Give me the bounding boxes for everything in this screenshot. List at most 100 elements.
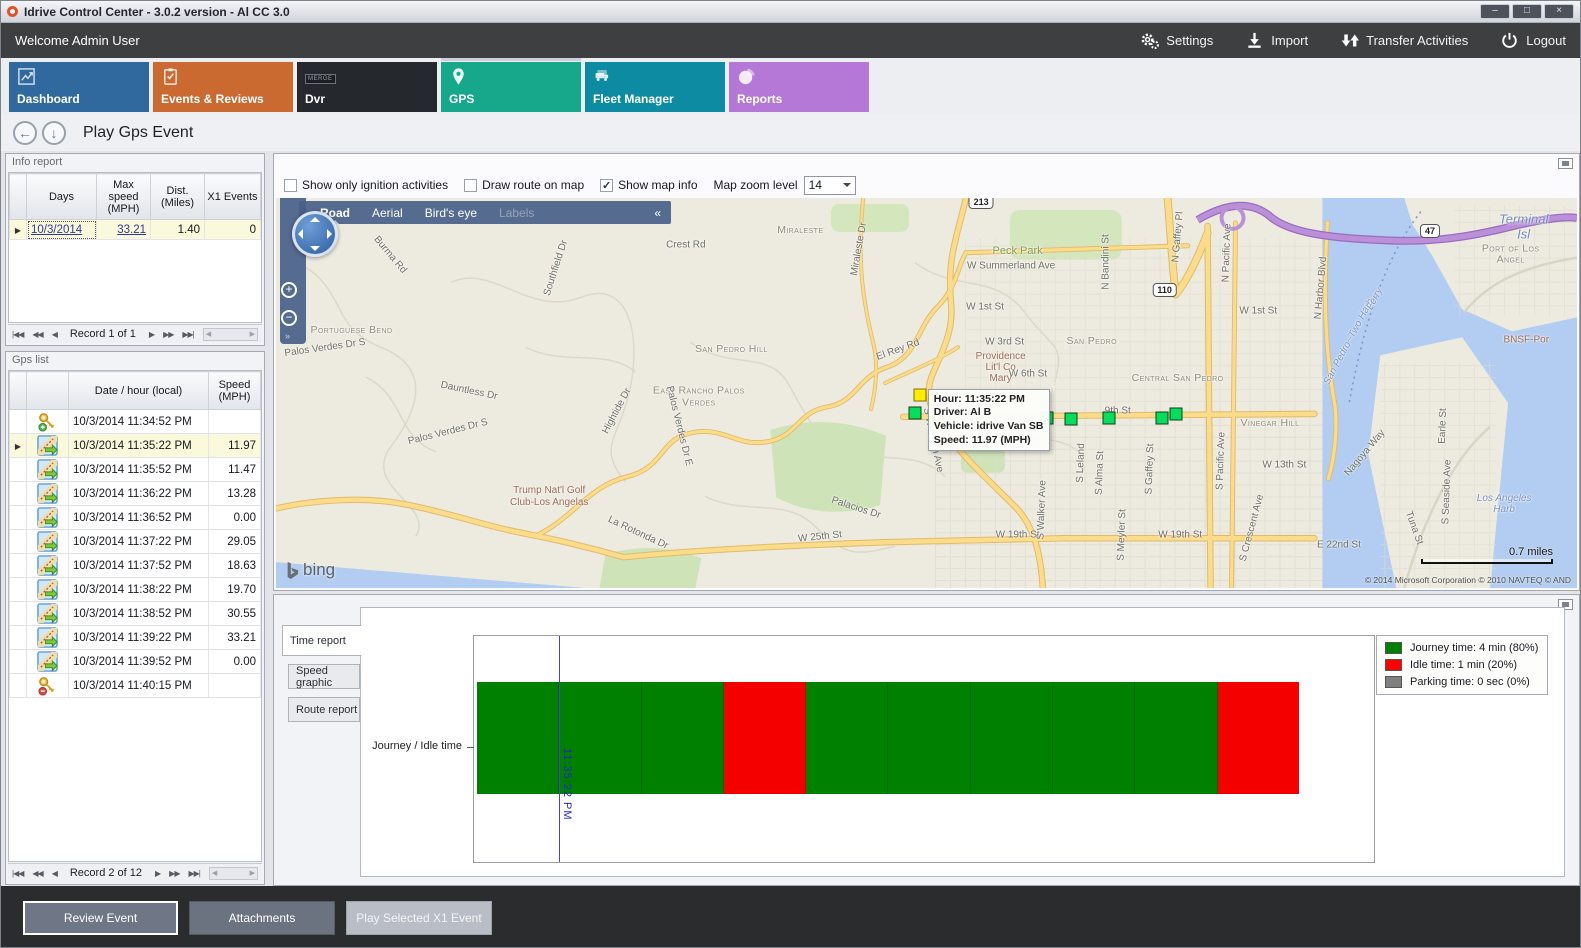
gps-list-row[interactable]: 10/3/2014 11:39:22 PM 33.21 bbox=[10, 626, 261, 650]
gps-point-marker[interactable] bbox=[1155, 412, 1168, 425]
gps-point-marker[interactable] bbox=[1170, 408, 1183, 421]
map-option-checkbox[interactable]: Draw route on map bbox=[464, 178, 584, 192]
datetime-cell[interactable]: 10/3/2014 11:35:22 PM bbox=[69, 434, 209, 458]
checkbox-box[interactable] bbox=[464, 179, 477, 192]
pager-prev-page-button[interactable]: ◀◀ bbox=[32, 330, 42, 339]
chart-legend: Journey time: 4 min (80%) Idle time: 1 m… bbox=[1376, 635, 1548, 695]
map-view-option[interactable]: Labels bbox=[488, 206, 545, 220]
timeline-cell bbox=[1218, 682, 1299, 794]
pager-next-button[interactable]: ▶ bbox=[149, 330, 154, 339]
gps-point-marker[interactable] bbox=[1102, 412, 1115, 425]
pager-next-page-button[interactable]: ▶▶ bbox=[163, 330, 173, 339]
datetime-cell[interactable]: 10/3/2014 11:36:52 PM bbox=[69, 506, 209, 530]
footer-button[interactable]: Attachments bbox=[189, 901, 335, 935]
gps-point-marker[interactable] bbox=[913, 388, 926, 401]
toolbar-action[interactable]: Import bbox=[1245, 31, 1308, 50]
map-strip-chevron[interactable]: » bbox=[285, 331, 290, 341]
checkbox-box[interactable] bbox=[600, 179, 613, 192]
gps-point-marker[interactable] bbox=[1064, 413, 1077, 426]
maximize[interactable]: □ bbox=[1512, 4, 1542, 19]
map-view-option[interactable]: Bird's eye bbox=[414, 206, 488, 220]
gps-list-row[interactable]: 10/3/2014 11:37:52 PM 18.63 bbox=[10, 554, 261, 578]
map-zoom-out-button[interactable]: − bbox=[281, 310, 297, 326]
datetime-cell[interactable]: 10/3/2014 11:39:52 PM bbox=[69, 650, 209, 674]
gps-list-row[interactable]: 10/3/2014 11:35:52 PM 11.47 bbox=[10, 458, 261, 482]
col-dist[interactable]: Dist. (Miles) bbox=[151, 174, 205, 220]
pager-last-button[interactable]: ▶▶| bbox=[188, 869, 199, 878]
legend-item: Parking time: 0 sec (0%) bbox=[1385, 676, 1539, 688]
toolbar-action[interactable]: Logout bbox=[1500, 31, 1566, 50]
report-tab[interactable]: Speed graphic bbox=[288, 664, 360, 689]
datetime-cell[interactable]: 10/3/2014 11:36:22 PM bbox=[69, 482, 209, 506]
footer-button[interactable]: Review Event bbox=[23, 901, 178, 935]
map-option-checkbox[interactable]: Show only ignition activities bbox=[284, 178, 448, 192]
gps-list-row[interactable]: 10/3/2014 11:35:22 PM 11.97 bbox=[10, 434, 261, 458]
datetime-cell[interactable]: 10/3/2014 11:34:52 PM bbox=[69, 410, 209, 434]
gps-list-row[interactable]: 10/3/2014 11:38:52 PM 30.55 bbox=[10, 602, 261, 626]
datetime-cell[interactable]: 10/3/2014 11:39:22 PM bbox=[69, 626, 209, 650]
datetime-cell[interactable]: 10/3/2014 11:38:52 PM bbox=[69, 602, 209, 626]
datetime-cell[interactable]: 10/3/2014 11:37:22 PM bbox=[69, 530, 209, 554]
pager-prev-button[interactable]: ◀ bbox=[52, 330, 57, 339]
col-max-speed[interactable]: Max speed (MPH) bbox=[97, 174, 151, 220]
minimize[interactable]: – bbox=[1480, 4, 1510, 19]
gps-list-row[interactable]: 10/3/2014 11:34:52 PM bbox=[10, 410, 261, 434]
chart-cursor-line[interactable] bbox=[559, 636, 560, 862]
toolbar-action[interactable]: Transfer Activities bbox=[1340, 31, 1468, 50]
pager-prev-page-button[interactable]: ◀◀ bbox=[32, 869, 42, 878]
nav-tab[interactable]: MERGE Dvr bbox=[297, 62, 437, 112]
map-zoom-select[interactable]: 14 bbox=[804, 176, 856, 195]
datetime-cell[interactable]: 10/3/2014 11:40:15 PM bbox=[69, 674, 209, 698]
max-speed-cell[interactable]: 33.21 bbox=[97, 220, 151, 240]
toolbar-actions: Settings Import bbox=[1140, 31, 1566, 50]
gps-list-row[interactable]: 10/3/2014 11:38:22 PM 19.70 bbox=[10, 578, 261, 602]
col-days[interactable]: Days bbox=[27, 174, 97, 220]
datetime-cell[interactable]: 10/3/2014 11:37:52 PM bbox=[69, 554, 209, 578]
nav-tab-label: GPS bbox=[449, 92, 474, 106]
pager-first-button[interactable]: |◀◀ bbox=[12, 330, 23, 339]
pager-scrollbar[interactable]: ◀▶ bbox=[209, 867, 258, 880]
map-zoom-in-button[interactable]: + bbox=[281, 282, 297, 298]
back-button[interactable]: ← bbox=[13, 121, 37, 145]
close[interactable]: × bbox=[1544, 4, 1574, 19]
toolbar-action-icon bbox=[1340, 31, 1359, 50]
page-title: Play Gps Event bbox=[83, 124, 193, 142]
nav-tab[interactable]: Events & Reviews bbox=[153, 62, 293, 112]
footer-button[interactable]: Play Selected X1 Event bbox=[346, 901, 492, 935]
gps-list-row[interactable]: 10/3/2014 11:37:22 PM 29.05 bbox=[10, 530, 261, 554]
pager-next-button[interactable]: ▶ bbox=[155, 869, 160, 878]
col-x1-events[interactable]: X1 Events bbox=[205, 174, 261, 220]
nav-tab[interactable]: Reports bbox=[729, 62, 869, 112]
gps-list-row[interactable]: 10/3/2014 11:36:52 PM 0.00 bbox=[10, 506, 261, 530]
pager-scrollbar[interactable]: ◀▶ bbox=[203, 328, 258, 341]
row-selector bbox=[10, 506, 27, 530]
nav-tab[interactable]: Dashboard bbox=[9, 62, 149, 112]
datetime-cell[interactable]: 10/3/2014 11:38:22 PM bbox=[69, 578, 209, 602]
map-pan-control[interactable] bbox=[292, 211, 338, 257]
info-report-row[interactable]: 10/3/2014 33.21 1.40 0 bbox=[10, 220, 261, 240]
pager-prev-button[interactable]: ◀ bbox=[52, 869, 57, 878]
gps-point-marker[interactable] bbox=[908, 407, 921, 420]
datetime-cell[interactable]: 10/3/2014 11:35:52 PM bbox=[69, 458, 209, 482]
bing-map[interactable]: RoadAerialBird's eyeLabels « + − » Miral… bbox=[276, 198, 1577, 588]
down-button[interactable]: ↓ bbox=[42, 121, 66, 145]
gps-list-row[interactable]: 10/3/2014 11:39:52 PM 0.00 bbox=[10, 650, 261, 674]
pager-next-page-button[interactable]: ▶▶ bbox=[169, 869, 179, 878]
col-speed[interactable]: Speed (MPH) bbox=[209, 372, 261, 410]
gps-list-row[interactable]: 10/3/2014 11:36:22 PM 13.28 bbox=[10, 482, 261, 506]
map-view-option[interactable]: Aerial bbox=[361, 206, 414, 220]
panel-collapse-button[interactable] bbox=[1558, 158, 1573, 169]
report-tab[interactable]: Route report bbox=[288, 697, 360, 722]
toolbar-action[interactable]: Settings bbox=[1140, 31, 1213, 50]
checkbox-box[interactable] bbox=[284, 179, 297, 192]
gps-list-row[interactable]: 10/3/2014 11:40:15 PM bbox=[10, 674, 261, 698]
viewbar-collapse-button[interactable]: « bbox=[654, 206, 661, 220]
nav-tab[interactable]: GPS bbox=[441, 62, 581, 112]
report-tab[interactable]: Time report bbox=[282, 625, 362, 656]
pager-last-button[interactable]: ▶▶| bbox=[182, 330, 193, 339]
map-option-checkbox[interactable]: Show map info bbox=[600, 178, 697, 192]
pager-first-button[interactable]: |◀◀ bbox=[12, 869, 23, 878]
nav-tab[interactable]: Fleet Manager bbox=[585, 62, 725, 112]
days-cell[interactable]: 10/3/2014 bbox=[27, 220, 97, 240]
col-datetime[interactable]: Date / hour (local) bbox=[69, 372, 209, 410]
